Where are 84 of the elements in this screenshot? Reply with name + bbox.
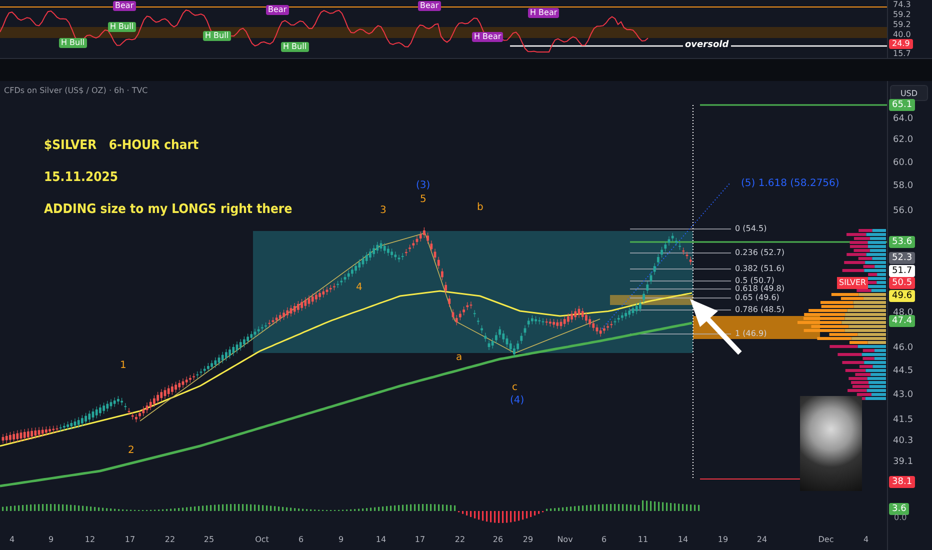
currency-button[interactable]: USD: [890, 85, 928, 101]
divergence-label: Bear: [418, 1, 441, 11]
axis-label: 56.0: [893, 205, 914, 217]
chart-note: 15.11.2025: [44, 170, 118, 185]
axis-label: 39.1: [893, 456, 914, 468]
divergence-label: H Bull: [108, 22, 136, 32]
axis-label: 40.3: [893, 435, 914, 447]
axis-label: 0.0: [894, 513, 907, 522]
axis-label: 60.0: [893, 157, 914, 169]
chart-note: ADDING size to my LONGS right there: [44, 202, 292, 217]
date-label: 6: [601, 535, 607, 544]
date-label: Oct: [255, 535, 269, 544]
axis-label: 59.2: [893, 10, 911, 19]
date-label: 14: [376, 535, 386, 544]
price-tag: 24.9: [889, 39, 913, 49]
price-tag: 51.7: [889, 265, 916, 277]
price-tag: 50.5: [889, 277, 916, 289]
date-label: 19: [718, 535, 728, 544]
date-label: 6: [298, 535, 304, 544]
wave-label: 5: [420, 194, 426, 206]
fib-level-label: 1 (46.9): [735, 329, 767, 338]
wave-label: 4: [356, 282, 362, 294]
price-tag: 52.3: [889, 252, 916, 264]
axis-label: 44.5: [893, 365, 914, 377]
date-label: 4: [9, 535, 15, 544]
wave-label: c: [512, 382, 518, 394]
date-label: 9: [48, 535, 54, 544]
date-label: 24: [756, 535, 768, 544]
axis-label: 15.7: [893, 49, 911, 58]
divergence-label: Bear: [113, 1, 136, 11]
symbol-tag: SILVER: [837, 277, 868, 289]
date-label: 14: [678, 535, 688, 544]
price-tag: 49.6: [889, 290, 916, 302]
axis-label: 74.3: [893, 0, 911, 9]
wave-label: 3: [380, 205, 386, 217]
axis-label: 62.0: [893, 134, 914, 146]
wave-label: (4): [510, 395, 524, 407]
divergence-label: H Bear: [528, 8, 560, 18]
date-label: 25: [204, 535, 214, 544]
price-tag: 38.1: [889, 476, 916, 488]
price-tag: 3.6: [889, 503, 910, 515]
divergence-label: Bear: [266, 5, 289, 15]
chart-title: CFDs on Silver (US$ / OZ) · 6h · TVC: [4, 86, 148, 95]
fib-level-label: 0.786 (48.5): [735, 305, 784, 314]
date-label: 4: [863, 535, 869, 544]
date-label: 26: [492, 535, 504, 544]
date-label: 17: [414, 535, 426, 544]
fib-level-label: 0.618 (49.8): [735, 284, 784, 293]
wave-label: b: [477, 202, 484, 214]
date-label: 22: [164, 535, 176, 544]
axis-label: 41.5: [893, 414, 914, 426]
date-label: 12: [84, 535, 96, 544]
projection-label: (5) 1.618 (58.2756): [741, 178, 840, 189]
date-label: 9: [338, 535, 344, 544]
axis-label: 48.0: [893, 307, 914, 318]
fib-level-label: 0 (54.5): [735, 224, 767, 233]
date-label: 17: [124, 535, 136, 544]
axis-label: 58.0: [893, 180, 914, 192]
axis-label: 40.0: [893, 30, 911, 39]
wave-label: a: [456, 352, 462, 364]
wave-label: 1: [120, 360, 126, 372]
fib-level-label: 0.5 (50.7): [735, 276, 774, 285]
divergence-label: H Bull: [203, 31, 231, 41]
divergence-label: H Bull: [59, 38, 87, 48]
axis-label: 46.0: [893, 342, 914, 354]
axis-label: 59.2: [893, 20, 911, 29]
wave-label: 2: [128, 445, 134, 457]
fib-level-label: 0.65 (49.6): [735, 293, 780, 302]
date-label: 11: [638, 535, 648, 544]
price-tag: 53.6: [889, 236, 916, 248]
price-tag: 47.4: [889, 315, 916, 327]
date-label: Dec: [818, 535, 834, 544]
divergence-label: H Bear: [472, 32, 504, 42]
wave-label: (3): [416, 180, 430, 192]
date-label: 29: [522, 535, 534, 544]
axis-label: 43.0: [893, 389, 914, 401]
fib-level-label: 0.382 (51.6): [735, 264, 784, 273]
price-tag: 65.1: [889, 99, 916, 111]
axis-label: 64.0: [893, 113, 914, 125]
date-label: Nov: [557, 535, 573, 544]
fib-level-label: 0.236 (52.7): [735, 248, 784, 257]
chart-note: $SILVER 6-HOUR chart: [44, 138, 199, 153]
divergence-label: H Bull: [281, 42, 309, 52]
date-label: 22: [454, 535, 466, 544]
